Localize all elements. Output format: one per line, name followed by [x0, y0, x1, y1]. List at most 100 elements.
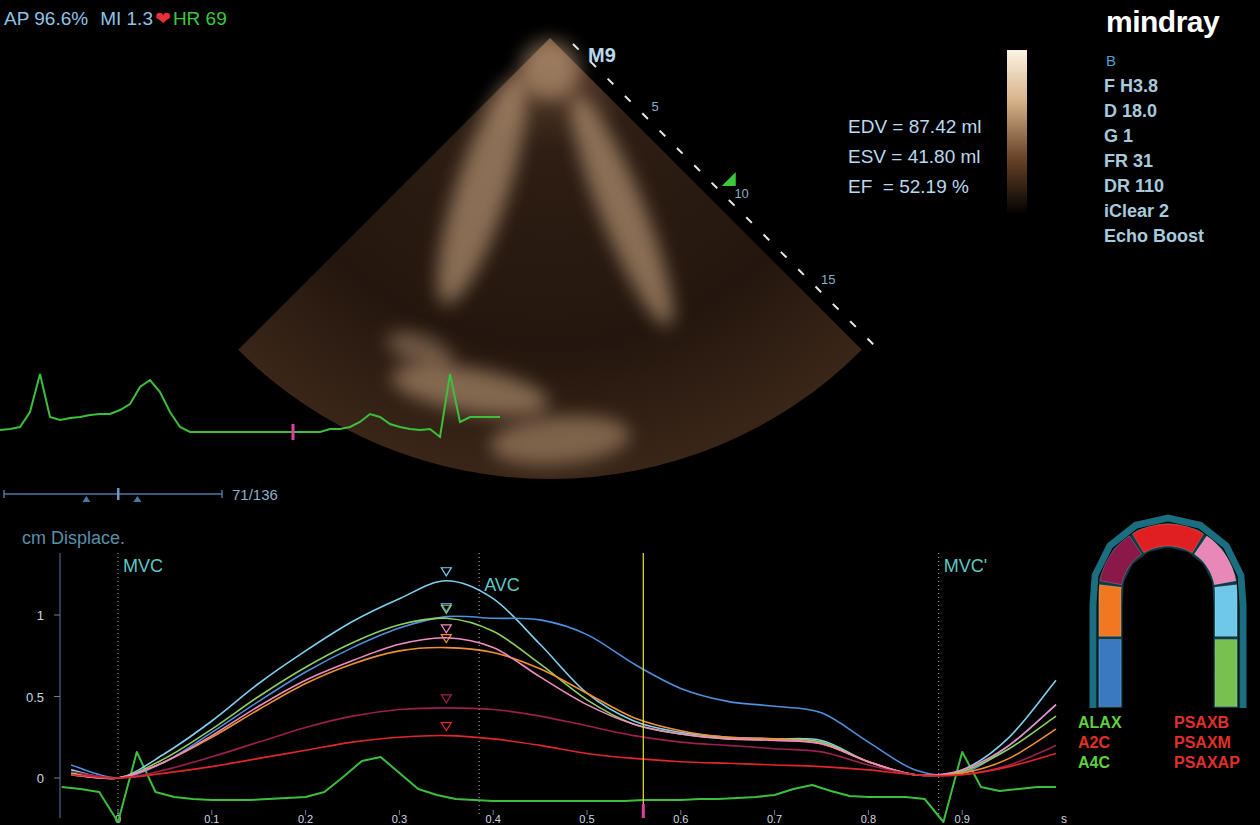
chart-title: cm Displace. — [22, 528, 125, 549]
segment[interactable] — [1100, 536, 1142, 585]
legend-cell: PSAXM — [1174, 733, 1240, 753]
mindray-logo: mindray — [1106, 5, 1219, 39]
y-tick-label: 1 — [37, 608, 44, 623]
peak-marker — [441, 723, 451, 731]
ultrasound-screen: 5101500.5100.10.20.30.40.50.60.70.80.9sM… — [0, 0, 1260, 825]
legend-cell: A2C — [1078, 733, 1174, 753]
heart-icon: ❤ — [155, 7, 171, 30]
series — [71, 604, 1056, 778]
series-line — [71, 616, 1056, 778]
cursor-marker — [642, 804, 645, 818]
segment[interactable] — [1215, 585, 1237, 637]
view-legend: ALAXPSAXBA2CPSAXMA4CPSAXAP — [1078, 713, 1240, 773]
mi-hr-group: MI 1.3❤HR 69 — [100, 7, 227, 30]
ap-readout: AP 96.6% — [4, 8, 88, 30]
peak-marker — [441, 605, 451, 613]
legend-item: ALAX — [1078, 713, 1174, 733]
measurements: EDV = 87.42 mlESV = 41.80 mlEF = 52.19 % — [848, 114, 982, 199]
parameter: F H3.8 — [1104, 74, 1204, 99]
mi-readout: MI 1.3 — [100, 8, 153, 30]
series-line — [71, 736, 1056, 778]
series-line — [71, 648, 1056, 779]
depth-scale — [573, 44, 873, 344]
band-outline — [1098, 523, 1239, 709]
range-handle[interactable] — [133, 496, 141, 502]
parameter: B — [1104, 52, 1204, 74]
segment-diagram — [1090, 515, 1247, 709]
measurement: EDV = 87.42 ml — [848, 114, 982, 139]
depth-label: 5 — [651, 99, 658, 114]
focus-marker-icon — [722, 172, 736, 186]
gray-scale-bar — [1007, 50, 1027, 215]
series-line — [71, 708, 1056, 778]
event-label: MVC — [123, 556, 163, 576]
probe-label: M9 — [588, 44, 616, 67]
hr-readout: HR 69 — [173, 8, 227, 30]
y-tick-label: 0.5 — [26, 690, 44, 705]
legend-item: PSAXM — [1174, 733, 1240, 753]
legend-cell: PSAXAP — [1174, 753, 1240, 773]
event-label: MVC' — [944, 556, 987, 576]
depth-label: 15 — [821, 272, 835, 287]
segment[interactable] — [1133, 524, 1204, 553]
peak-marker — [441, 695, 451, 703]
x-tick-label: 0.2 — [298, 813, 313, 825]
series-line — [71, 638, 1056, 779]
x-tick-label: 0.9 — [955, 813, 970, 825]
displacement-chart: 00.5100.10.20.30.40.50.60.70.80.9sMVCAVC… — [26, 553, 1067, 825]
segment[interactable] — [1215, 640, 1237, 707]
x-tick-label: 0.6 — [673, 813, 688, 825]
x-tick-label: 0.8 — [861, 813, 876, 825]
legend-item: A2C — [1078, 733, 1174, 753]
x-tick-label: 0.1 — [204, 813, 219, 825]
frame-counter: 71/136 — [232, 486, 278, 503]
segment[interactable] — [1099, 585, 1121, 637]
outer-band — [1090, 515, 1247, 709]
parameter: Echo Boost — [1104, 224, 1204, 249]
series — [71, 723, 1056, 778]
depth-label: 10 — [734, 186, 748, 201]
x-tick-label: 0.5 — [579, 813, 594, 825]
y-tick-label: 0 — [37, 771, 44, 786]
segment[interactable] — [1194, 536, 1236, 585]
time-cursor[interactable] — [643, 553, 644, 815]
x-tick-label: 0.3 — [392, 813, 407, 825]
frame-marker — [292, 424, 295, 440]
series — [71, 605, 1056, 778]
legend-item: A4C — [1078, 753, 1174, 773]
range-handle[interactable] — [82, 496, 90, 502]
graphics-layer: 5101500.5100.10.20.30.40.50.60.70.80.9sM… — [0, 0, 1260, 825]
ecg-trace — [0, 374, 500, 437]
chart-ecg-trace — [62, 752, 1056, 822]
parameter: D 18.0 — [1104, 99, 1204, 124]
event-line — [118, 553, 119, 815]
legend-cell: ALAX — [1078, 713, 1174, 733]
parameter: G 1 — [1104, 124, 1204, 149]
scrub-thumb[interactable] — [117, 488, 120, 500]
legend-item: PSAXAP — [1174, 753, 1240, 773]
series — [71, 568, 1056, 779]
x-unit-label: s — [1061, 812, 1067, 825]
event-label: AVC — [484, 575, 520, 595]
parameter: DR 110 — [1104, 174, 1204, 199]
legend-cell: PSAXB — [1174, 713, 1240, 733]
segment[interactable] — [1099, 640, 1121, 707]
series — [71, 625, 1056, 779]
series-line — [71, 581, 1056, 779]
series — [71, 635, 1056, 779]
peak-marker — [441, 568, 451, 576]
event-line — [479, 553, 480, 815]
legend-cell: A4C — [1078, 753, 1174, 773]
peak-marker — [441, 625, 451, 633]
parameter: FR 31 — [1104, 149, 1204, 174]
ultrasound-image — [238, 38, 862, 479]
series-line — [71, 618, 1056, 778]
parameter-list: BF H3.8D 18.0G 1FR 31DR 110iClear 2Echo … — [1104, 52, 1204, 249]
measurement: EF = 52.19 % — [848, 174, 982, 199]
parameter: iClear 2 — [1104, 199, 1204, 224]
status-bar: AP 96.6% MI 1.3❤HR 69 — [4, 7, 227, 30]
x-tick-label: 0.4 — [486, 813, 501, 825]
series — [71, 695, 1056, 778]
x-tick-label: 0.7 — [767, 813, 782, 825]
frame-scrubber[interactable] — [4, 488, 222, 502]
